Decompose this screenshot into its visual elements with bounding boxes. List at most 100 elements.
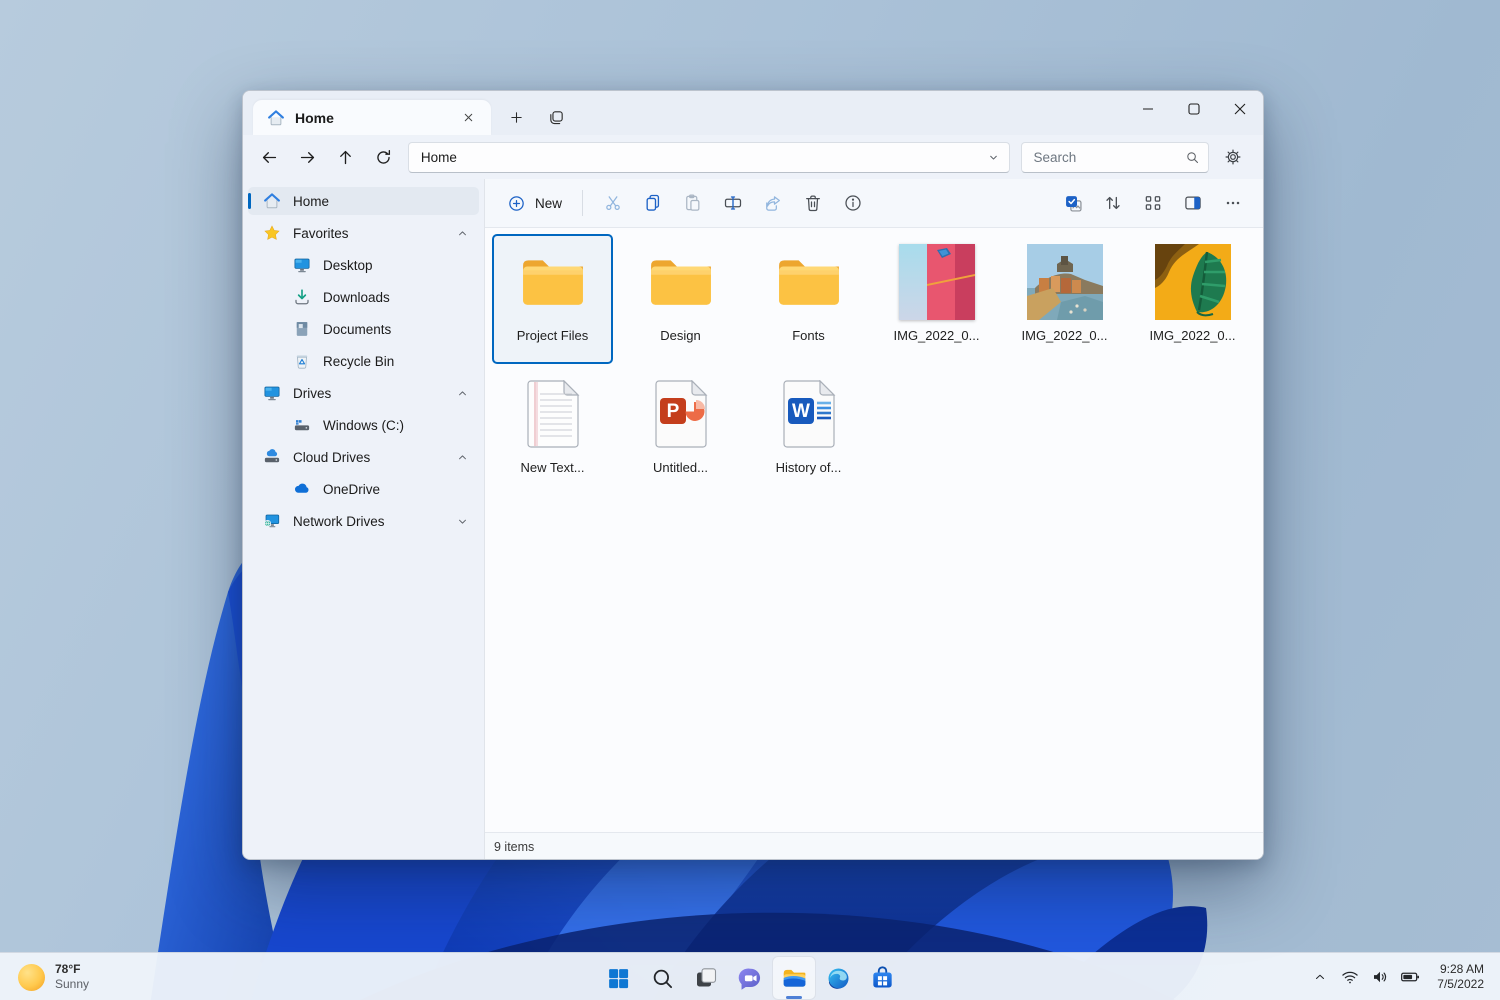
home-icon (263, 192, 281, 210)
sidebar-item-downloads[interactable]: Downloads (248, 283, 479, 311)
sort-icon[interactable] (1094, 186, 1132, 220)
tab-title: Home (295, 110, 455, 126)
more-options-icon[interactable] (1214, 186, 1252, 220)
start-button[interactable] (596, 956, 640, 1000)
volume-icon[interactable] (1367, 962, 1393, 992)
file-tile-img-3[interactable]: IMG_2022_0... (1132, 234, 1253, 364)
desktop: Home (0, 0, 1500, 1000)
main-panel: New (485, 179, 1263, 860)
sidebar-label: Favorites (293, 226, 451, 241)
word-file-icon: W (750, 368, 867, 460)
sidebar-item-windows-c[interactable]: Windows (C:) (248, 411, 479, 439)
tab-home[interactable]: Home (253, 100, 491, 135)
file-tile-untitled-presentation[interactable]: P Untitled... (620, 366, 741, 496)
star-icon (263, 224, 281, 242)
back-icon[interactable] (251, 140, 289, 174)
sidebar-item-home[interactable]: Home (248, 187, 479, 215)
sidebar-item-desktop[interactable]: Desktop (248, 251, 479, 279)
taskbar-search-button[interactable] (640, 956, 684, 1000)
file-tile-history-document[interactable]: W History of... (748, 366, 869, 496)
paste-icon[interactable] (674, 186, 712, 220)
weather-temp: 78°F (55, 962, 89, 977)
file-tile-project-files[interactable]: Project Files (492, 234, 613, 364)
delete-icon[interactable] (794, 186, 832, 220)
chevron-down-icon[interactable] (451, 510, 473, 532)
powerpoint-file-icon: P (622, 368, 739, 460)
svg-text:P: P (666, 401, 679, 422)
new-tab-button[interactable] (501, 103, 531, 131)
sidebar-section-favorites[interactable]: Favorites (248, 219, 479, 247)
sidebar-item-onedrive[interactable]: OneDrive (248, 475, 479, 503)
select-all-icon[interactable] (1054, 186, 1092, 220)
file-name: IMG_2022_0... (1022, 328, 1108, 344)
up-icon[interactable] (326, 140, 364, 174)
recycle-bin-icon (293, 352, 311, 370)
image-thumbnail-pink-wall (878, 236, 995, 328)
file-name: IMG_2022_0... (894, 328, 980, 344)
address-dropdown-icon[interactable] (986, 150, 1001, 165)
sidebar-label: Documents (323, 322, 479, 337)
minimize-button[interactable] (1125, 91, 1171, 127)
task-view-button[interactable] (684, 956, 728, 1000)
address-bar[interactable]: Home (408, 142, 1010, 173)
forward-icon[interactable] (289, 140, 327, 174)
close-button[interactable] (1217, 91, 1263, 127)
home-icon (267, 109, 285, 127)
sidebar-section-drives[interactable]: Drives (248, 379, 479, 407)
taskbar-clock[interactable]: 9:28 AM 7/5/2022 (1427, 962, 1492, 992)
search-box[interactable] (1021, 142, 1210, 173)
sidebar-item-documents[interactable]: Documents (248, 315, 479, 343)
file-tile-img-1[interactable]: IMG_2022_0... (876, 234, 997, 364)
tab-close-icon[interactable] (455, 105, 481, 131)
view-options-icon[interactable] (1134, 186, 1172, 220)
download-icon (293, 288, 311, 306)
chevron-up-icon[interactable] (451, 222, 473, 244)
wifi-icon[interactable] (1337, 962, 1363, 992)
copy-icon[interactable] (634, 186, 672, 220)
address-text: Home (421, 150, 986, 165)
sidebar-section-cloud-drives[interactable]: Cloud Drives (248, 443, 479, 471)
weather-widget[interactable]: 78°F Sunny (8, 953, 99, 1000)
info-icon[interactable] (834, 186, 872, 220)
folder-icon (750, 236, 867, 328)
chevron-up-icon[interactable] (451, 382, 473, 404)
refresh-icon[interactable] (364, 140, 402, 174)
file-tile-new-text[interactable]: New Text... (492, 366, 613, 496)
folder-icon (622, 236, 739, 328)
file-grid: Project Files Design Fonts (485, 228, 1263, 832)
tray-chevron-up-icon[interactable] (1307, 962, 1333, 992)
toolbar-divider (582, 190, 583, 216)
file-tile-img-2[interactable]: IMG_2022_0... (1004, 234, 1125, 364)
system-tray: 9:28 AM 7/5/2022 (1307, 953, 1492, 1000)
sidebar-item-recycle-bin[interactable]: Recycle Bin (248, 347, 479, 375)
command-bar: New (485, 179, 1263, 228)
share-icon[interactable] (754, 186, 792, 220)
settings-gear-icon[interactable] (1215, 140, 1251, 174)
onedrive-cloud-icon (293, 480, 311, 498)
chevron-up-icon[interactable] (451, 446, 473, 468)
tab-overview-button[interactable] (541, 103, 571, 131)
clock-date: 7/5/2022 (1437, 977, 1484, 992)
file-explorer-button[interactable] (772, 956, 816, 1000)
store-button[interactable] (860, 956, 904, 1000)
rename-icon[interactable] (714, 186, 752, 220)
file-name: IMG_2022_0... (1150, 328, 1236, 344)
edge-button[interactable] (816, 956, 860, 1000)
status-bar: 9 items (485, 832, 1263, 860)
sidebar-label: Downloads (323, 290, 479, 305)
file-tile-design[interactable]: Design (620, 234, 741, 364)
svg-text:W: W (792, 401, 810, 422)
cut-icon[interactable] (594, 186, 632, 220)
drive-c-icon (293, 416, 311, 434)
new-button[interactable]: New (497, 186, 572, 220)
sidebar-label: OneDrive (323, 482, 479, 497)
battery-icon[interactable] (1397, 962, 1423, 992)
file-tile-fonts[interactable]: Fonts (748, 234, 869, 364)
file-name: Project Files (517, 328, 589, 344)
chat-button[interactable] (728, 956, 772, 1000)
search-input[interactable] (1034, 150, 1186, 165)
details-pane-icon[interactable] (1174, 186, 1212, 220)
cloud-drive-icon (263, 448, 281, 466)
sidebar-section-network-drives[interactable]: Network Drives (248, 507, 479, 535)
maximize-button[interactable] (1171, 91, 1217, 127)
